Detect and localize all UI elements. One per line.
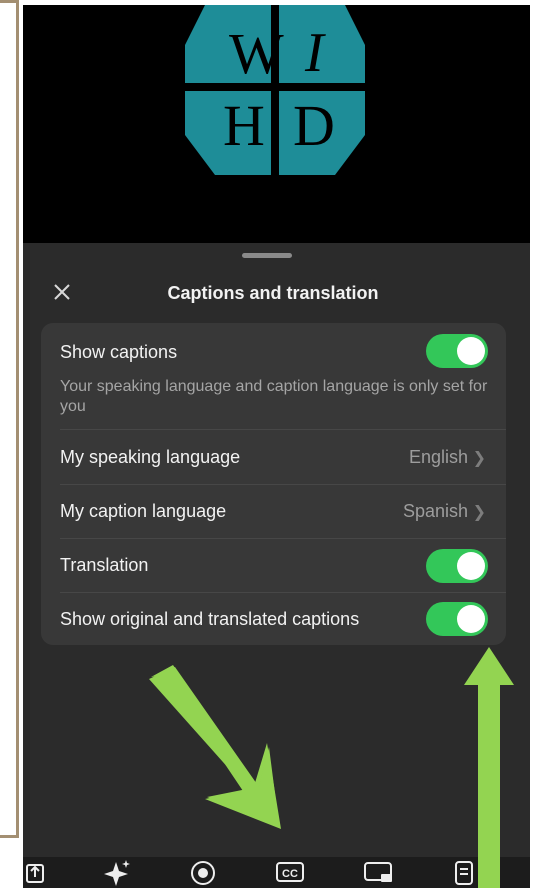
chevron-right-icon: ❯: [472, 504, 486, 521]
sheet-title: Captions and translation: [167, 283, 379, 303]
logo-letter-d: D: [293, 93, 335, 158]
caption-language-row[interactable]: My caption language Spanish ❯: [41, 485, 506, 539]
chevron-right-icon: ❯: [472, 450, 486, 467]
meeting-toolbar: CC: [23, 857, 530, 888]
translation-toggle[interactable]: [426, 549, 488, 583]
record-icon[interactable]: [190, 860, 216, 891]
caption-language-value: Spanish: [402, 501, 468, 521]
original-translated-toggle[interactable]: [426, 602, 488, 636]
settings-card: Show captions Your speaking language and…: [41, 323, 506, 645]
phone-screen: W I H D Captions and translation Show ca…: [23, 5, 530, 888]
cc-icon[interactable]: CC: [275, 860, 305, 889]
green-arrow-down-right: [149, 665, 281, 829]
translation-label: Translation: [60, 555, 149, 575]
show-captions-label: Show captions: [60, 342, 178, 362]
translation-row[interactable]: Translation: [41, 539, 506, 593]
speaking-language-row[interactable]: My speaking language English ❯: [41, 430, 506, 484]
show-captions-row[interactable]: Show captions Your speaking language and…: [41, 323, 506, 431]
left-frame: [0, 0, 19, 838]
logo-letter-w: W: [229, 21, 284, 86]
show-captions-description: Your speaking language and caption langu…: [60, 378, 488, 415]
show-captions-toggle[interactable]: [426, 334, 488, 368]
green-arrow-up: [464, 647, 514, 888]
logo-letter-h: H: [223, 93, 265, 158]
screen-icon[interactable]: [363, 860, 395, 889]
video-area: W I H D: [23, 5, 530, 243]
toggle-knob: [457, 337, 485, 365]
share-icon[interactable]: [25, 860, 47, 889]
speaking-language-label: My speaking language: [60, 447, 241, 467]
toggle-knob: [457, 552, 485, 580]
logo-letter-i: I: [304, 22, 326, 84]
original-translated-label: Show original and translated captions: [60, 609, 360, 629]
original-translated-row[interactable]: Show original and translated captions: [41, 593, 506, 645]
sheet-grabber[interactable]: [242, 253, 292, 258]
sparkle-icon[interactable]: [103, 860, 131, 891]
wihd-logo: W I H D: [185, 5, 365, 175]
toggle-knob: [457, 605, 485, 633]
cc-icon-label: CC: [282, 868, 298, 880]
caption-language-label: My caption language: [60, 501, 227, 521]
speaking-language-value: English: [408, 447, 468, 467]
